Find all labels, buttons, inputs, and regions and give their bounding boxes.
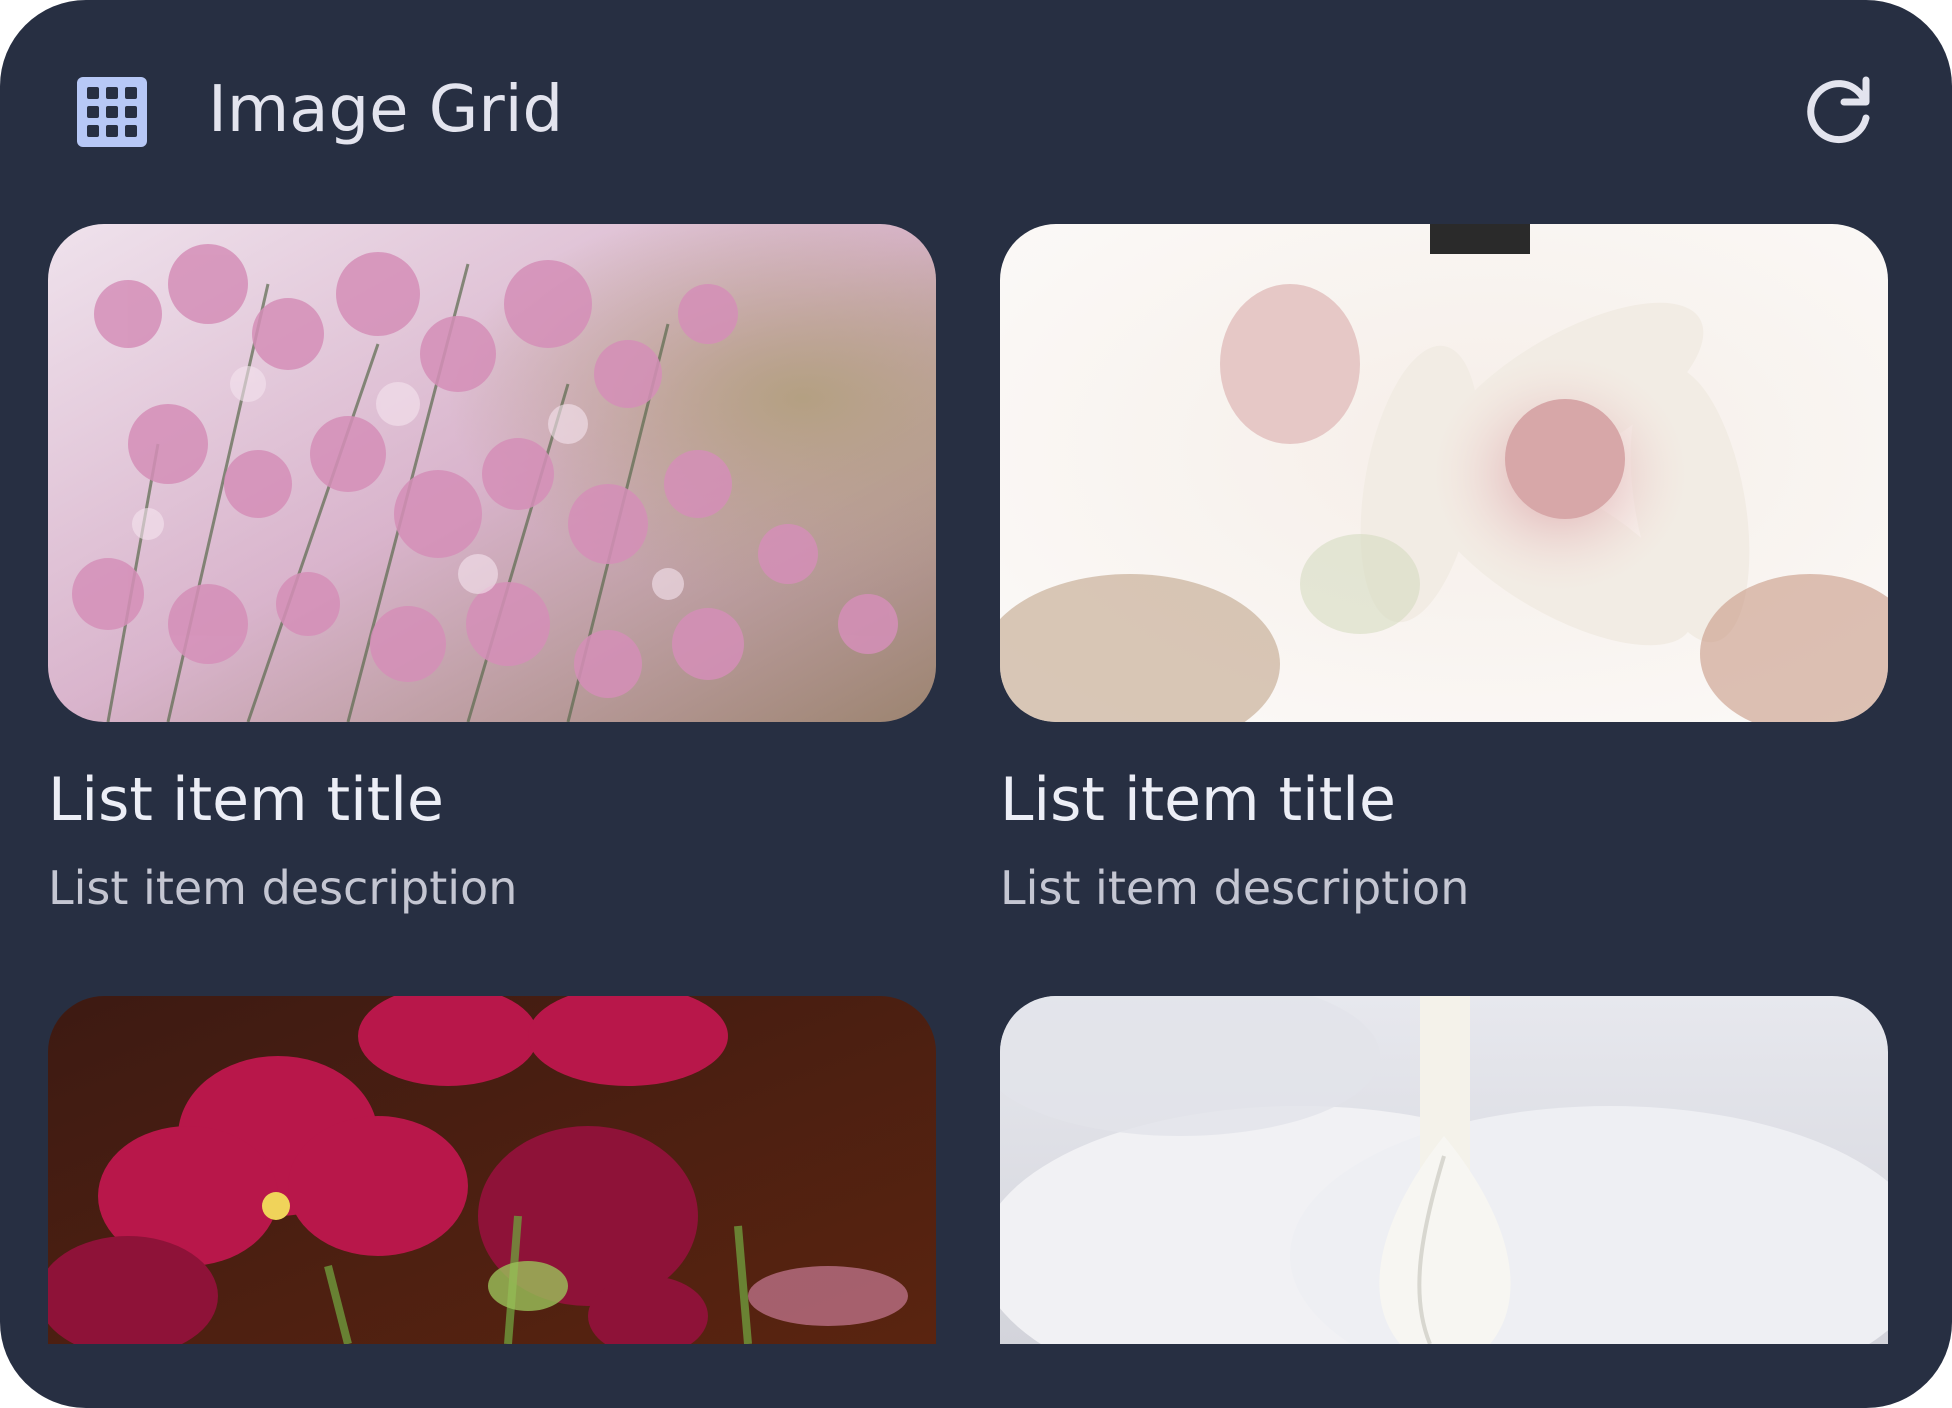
item-description: List item description [1000, 861, 1470, 915]
item-title: List item title [48, 765, 444, 835]
item-title: List item title [1000, 765, 1396, 835]
grid-item-3[interactable] [48, 996, 936, 1344]
grid-item-2[interactable]: List item title List item description [1000, 224, 1888, 918]
item-description: List item description [48, 861, 518, 915]
grid-icon [75, 75, 149, 149]
white-pink-flower-image [1000, 224, 1888, 722]
refresh-button[interactable] [1800, 72, 1880, 152]
refresh-icon [1807, 76, 1870, 144]
grid-item-4[interactable] [1000, 996, 1888, 1344]
widget-title: Image Grid [208, 73, 564, 147]
grid-item-1[interactable]: List item title List item description [48, 224, 936, 918]
pink-limonium-flowers-image [48, 224, 936, 722]
magenta-pansy-image [48, 996, 936, 1344]
image-grid-widget: Image Grid List item title List item des… [0, 0, 1952, 1408]
white-orchid-image [1000, 996, 1888, 1344]
